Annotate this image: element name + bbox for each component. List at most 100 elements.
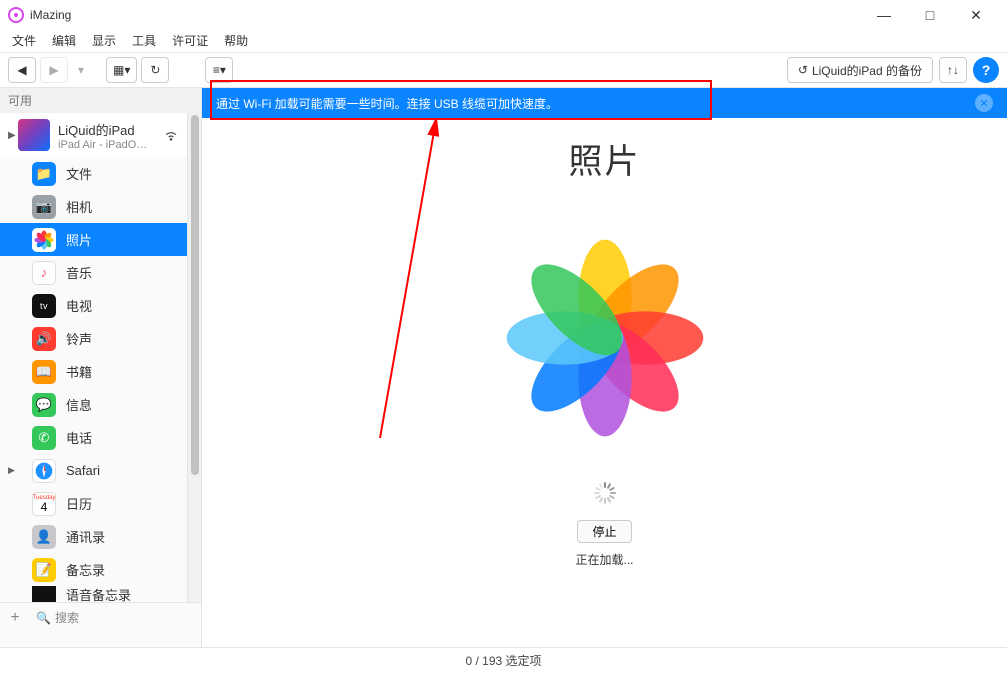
- sidebar-item-label: 日历: [66, 494, 92, 513]
- safari-icon: [32, 459, 56, 483]
- maximize-icon: □: [926, 7, 934, 23]
- menu-edit[interactable]: 编辑: [44, 30, 84, 52]
- ringtone-icon: 🔊: [32, 327, 56, 351]
- sidebar-list: 📁 文件 📷 相机: [0, 157, 187, 602]
- sidebar-item-files[interactable]: 📁 文件: [0, 157, 187, 190]
- sidebar-item-photos[interactable]: 照片: [0, 223, 187, 256]
- sidebar-item-label: 信息: [66, 395, 92, 414]
- sidebar-bottom: + 🔍 搜索: [0, 602, 201, 632]
- sidebar-search-input[interactable]: 🔍 搜索: [30, 607, 195, 628]
- sidebar-item-camera[interactable]: 📷 相机: [0, 190, 187, 223]
- menu-tools[interactable]: 工具: [124, 30, 164, 52]
- close-button[interactable]: ✕: [953, 0, 999, 30]
- files-icon: 📁: [32, 162, 56, 186]
- search-placeholder: 搜索: [55, 609, 79, 626]
- app-title: iMazing: [30, 8, 71, 22]
- maximize-button[interactable]: □: [907, 0, 953, 30]
- banner-close-button[interactable]: ✕: [975, 94, 993, 112]
- voicememo-icon: [32, 586, 56, 602]
- sidebar-item-label: 音乐: [66, 263, 92, 282]
- status-bar: 0 / 193 选定项: [0, 647, 1007, 673]
- sidebar-item-label: 通讯录: [66, 527, 105, 546]
- sidebar-item-label: 语音备忘录: [66, 586, 131, 602]
- camera-icon: 📷: [32, 195, 56, 219]
- sidebar-item-music[interactable]: ♪ 音乐: [0, 256, 187, 289]
- sidebar-item-label: 电话: [66, 428, 92, 447]
- sidebar-item-label: 文件: [66, 164, 92, 183]
- sidebar-item-messages[interactable]: 💬 信息: [0, 388, 187, 421]
- minimize-icon: —: [877, 7, 891, 23]
- calendar-icon: Tuesday4: [32, 492, 56, 516]
- menu-help[interactable]: 帮助: [216, 30, 256, 52]
- view-grid-button[interactable]: ▦▾: [106, 57, 137, 83]
- sidebar-item-label: 电视: [66, 296, 92, 315]
- refresh-button[interactable]: ↻: [141, 57, 169, 83]
- sidebar-item-label: 书籍: [66, 362, 92, 381]
- toolbar: ◀ ▶ ▾ ▦▾ ↻ ≡▾ ↺ LiQuid的iPad 的备份 ↑↓ ?: [0, 52, 1007, 88]
- menu-bar: 文件 编辑 显示 工具 许可证 帮助: [0, 30, 1007, 52]
- messages-icon: 💬: [32, 393, 56, 417]
- photos-icon: [32, 228, 56, 252]
- disclosure-icon: ▶: [8, 130, 18, 141]
- menu-license[interactable]: 许可证: [164, 30, 216, 52]
- sidebar-item-label: 相机: [66, 197, 92, 216]
- stop-button[interactable]: 停止: [577, 520, 631, 543]
- device-subtitle: iPad Air - iPadO…: [58, 139, 163, 151]
- contacts-icon: 👤: [32, 525, 56, 549]
- tv-icon: tv: [32, 294, 56, 318]
- sidebar-item-safari[interactable]: ▶ Safari: [0, 454, 187, 487]
- sidebar-item-notes[interactable]: 📝 备忘录: [0, 553, 187, 586]
- add-button[interactable]: +: [6, 609, 24, 627]
- sidebar-item-voicememos[interactable]: 语音备忘录: [0, 586, 187, 602]
- nav-more-button[interactable]: ▾: [72, 57, 90, 83]
- sidebar: 可用 ▶ LiQuid的iPad iPad Air - iPadO…: [0, 88, 202, 647]
- sidebar-item-label: Safari: [66, 463, 100, 478]
- sidebar-item-tv[interactable]: tv 电视: [0, 289, 187, 322]
- page-title: 照片: [569, 134, 641, 183]
- window-controls: — □ ✕: [861, 0, 999, 30]
- sidebar-section-header: 可用: [0, 88, 201, 113]
- loading-spinner-icon: [593, 481, 617, 510]
- banner-text: 通过 Wi-Fi 加载可能需要一些时间。连接 USB 线缆可加快速度。: [216, 95, 558, 112]
- content: 照片: [202, 118, 1007, 647]
- nav-back-button[interactable]: ◀: [8, 57, 36, 83]
- nav-play-button[interactable]: ▶: [40, 57, 68, 83]
- minimize-button[interactable]: —: [861, 0, 907, 30]
- help-button[interactable]: ?: [973, 57, 999, 83]
- loading-text: 正在加载...: [575, 551, 633, 568]
- sync-button[interactable]: ↑↓: [939, 57, 967, 83]
- photos-app-icon: [480, 213, 730, 463]
- sidebar-item-label: 铃声: [66, 329, 92, 348]
- selection-count: 0 / 193 选定项: [465, 652, 541, 669]
- history-icon: ↺: [798, 63, 808, 77]
- music-icon: ♪: [32, 261, 56, 285]
- device-row[interactable]: ▶ LiQuid的iPad iPad Air - iPadO…: [0, 113, 187, 157]
- device-name: LiQuid的iPad: [58, 120, 163, 139]
- chevron-right-icon: ▶: [8, 465, 15, 476]
- sidebar-scrollbar[interactable]: [187, 113, 201, 602]
- sidebar-item-ringtones[interactable]: 🔊 铃声: [0, 322, 187, 355]
- wifi-icon: [163, 126, 179, 145]
- device-backup-label: LiQuid的iPad 的备份: [812, 62, 922, 79]
- list-options-button[interactable]: ≡▾: [205, 57, 233, 83]
- main-area: 通过 Wi-Fi 加载可能需要一些时间。连接 USB 线缆可加快速度。 ✕ 照片: [202, 88, 1007, 647]
- sidebar-item-phone[interactable]: ✆ 电话: [0, 421, 187, 454]
- sidebar-item-calendar[interactable]: Tuesday4 日历: [0, 487, 187, 520]
- sidebar-item-books[interactable]: 📖 书籍: [0, 355, 187, 388]
- sidebar-item-label: 照片: [66, 230, 92, 249]
- scrollbar-thumb[interactable]: [191, 115, 199, 475]
- sidebar-item-label: 备忘录: [66, 560, 105, 579]
- device-backup-button[interactable]: ↺ LiQuid的iPad 的备份: [787, 57, 933, 83]
- sidebar-item-contacts[interactable]: 👤 通讯录: [0, 520, 187, 553]
- search-icon: 🔍: [36, 611, 51, 625]
- close-icon: ✕: [970, 7, 982, 24]
- books-icon: 📖: [32, 360, 56, 384]
- wifi-info-banner: 通过 Wi-Fi 加载可能需要一些时间。连接 USB 线缆可加快速度。 ✕: [202, 88, 1007, 118]
- title-bar: iMazing — □ ✕: [0, 0, 1007, 30]
- device-thumbnail-icon: [18, 119, 50, 151]
- menu-view[interactable]: 显示: [84, 30, 124, 52]
- notes-icon: 📝: [32, 558, 56, 582]
- phone-icon: ✆: [32, 426, 56, 450]
- app-logo-icon: [8, 7, 24, 23]
- menu-file[interactable]: 文件: [4, 30, 44, 52]
